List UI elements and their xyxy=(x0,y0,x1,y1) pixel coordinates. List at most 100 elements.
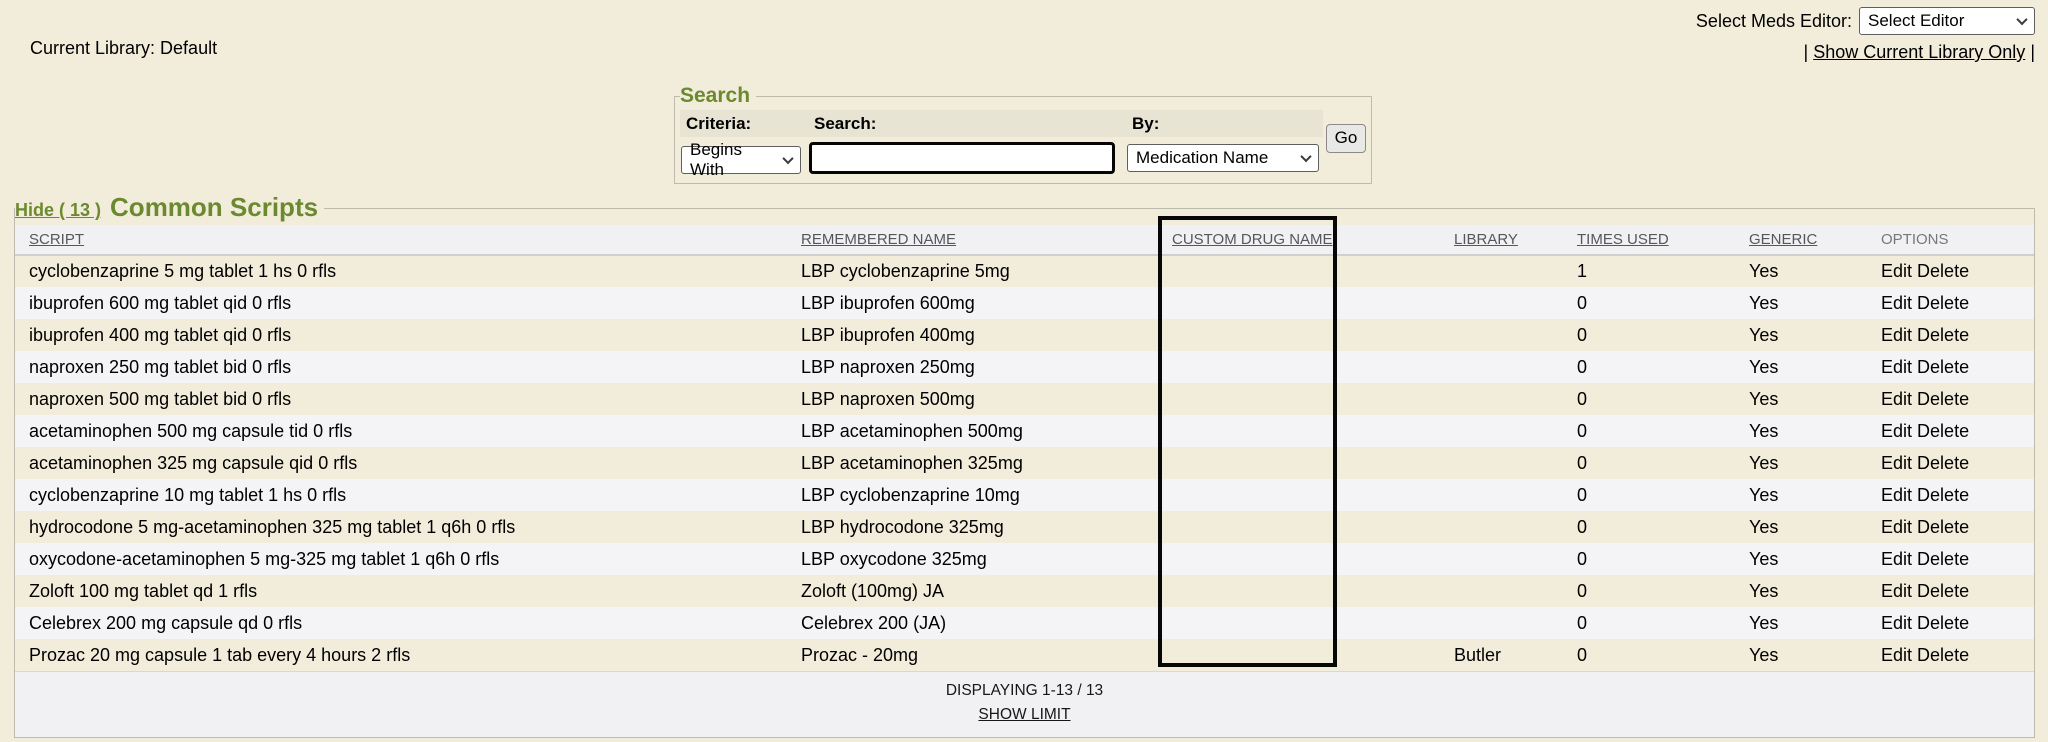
cell-options: Edit Delete xyxy=(1867,575,2034,607)
column-header-generic[interactable]: GENERIC xyxy=(1749,231,1817,248)
table-row: ibuprofen 600 mg tablet qid 0 rfls LBP i… xyxy=(15,287,2034,319)
cell-generic: Yes xyxy=(1735,479,1867,511)
cell-remembered-name: LBP cyclobenzaprine 10mg xyxy=(787,479,1158,511)
cell-options: Edit Delete xyxy=(1867,287,2034,319)
cell-script: cyclobenzaprine 5 mg tablet 1 hs 0 rfls xyxy=(15,255,787,287)
delete-link[interactable]: Delete xyxy=(1917,485,1969,505)
cell-custom-drug-name xyxy=(1158,639,1440,671)
edit-link[interactable]: Edit xyxy=(1881,293,1912,313)
delete-link[interactable]: Delete xyxy=(1917,645,1969,665)
table-row: hydrocodone 5 mg-acetaminophen 325 mg ta… xyxy=(15,511,2034,543)
common-scripts-panel: Hide ( 13 ) Common Scripts SCRIPT REMEMB… xyxy=(14,192,2035,738)
edit-link[interactable]: Edit xyxy=(1881,485,1912,505)
cell-options: Edit Delete xyxy=(1867,447,2034,479)
current-library-label: Current Library: Default xyxy=(30,38,217,59)
delete-link[interactable]: Delete xyxy=(1917,517,1969,537)
cell-remembered-name: LBP ibuprofen 600mg xyxy=(787,287,1158,319)
cell-remembered-name: LBP ibuprofen 400mg xyxy=(787,319,1158,351)
cell-script: naproxen 500 mg tablet bid 0 rfls xyxy=(15,383,787,415)
cell-custom-drug-name xyxy=(1158,543,1440,575)
cell-times-used: 0 xyxy=(1563,543,1735,575)
cell-library xyxy=(1440,351,1563,383)
cell-times-used: 0 xyxy=(1563,639,1735,671)
cell-options: Edit Delete xyxy=(1867,639,2034,671)
delete-link[interactable]: Delete xyxy=(1917,421,1969,441)
cell-options: Edit Delete xyxy=(1867,383,2034,415)
search-input[interactable] xyxy=(809,142,1115,174)
cell-library xyxy=(1440,607,1563,639)
go-cell: Go xyxy=(1323,124,1366,161)
cell-times-used: 0 xyxy=(1563,607,1735,639)
cell-custom-drug-name xyxy=(1158,607,1440,639)
cell-generic: Yes xyxy=(1735,607,1867,639)
meds-editor-area: Select Meds Editor: Select Editor | Show… xyxy=(1696,7,2035,63)
cell-library xyxy=(1440,287,1563,319)
cell-generic: Yes xyxy=(1735,447,1867,479)
cell-options: Edit Delete xyxy=(1867,479,2034,511)
delete-link[interactable]: Delete xyxy=(1917,453,1969,473)
cell-times-used: 1 xyxy=(1563,255,1735,287)
delete-link[interactable]: Delete xyxy=(1917,357,1969,377)
column-header-remembered-name[interactable]: REMEMBERED NAME xyxy=(801,231,956,248)
search-panel: Search Criteria: Search: By: Go Begins W… xyxy=(674,84,1372,184)
edit-link[interactable]: Edit xyxy=(1881,389,1912,409)
delete-link[interactable]: Delete xyxy=(1917,613,1969,633)
delete-link[interactable]: Delete xyxy=(1917,325,1969,345)
cell-remembered-name: Celebrex 200 (JA) xyxy=(787,607,1158,639)
edit-link[interactable]: Edit xyxy=(1881,517,1912,537)
cell-library xyxy=(1440,255,1563,287)
delete-link[interactable]: Delete xyxy=(1917,549,1969,569)
cell-generic: Yes xyxy=(1735,255,1867,287)
cell-custom-drug-name xyxy=(1158,351,1440,383)
column-header-times-used[interactable]: TIMES USED xyxy=(1577,231,1669,248)
edit-link[interactable]: Edit xyxy=(1881,357,1912,377)
edit-link[interactable]: Edit xyxy=(1881,645,1912,665)
cell-custom-drug-name xyxy=(1158,415,1440,447)
cell-remembered-name: LBP hydrocodone 325mg xyxy=(787,511,1158,543)
cell-script: hydrocodone 5 mg-acetaminophen 325 mg ta… xyxy=(15,511,787,543)
edit-link[interactable]: Edit xyxy=(1881,261,1912,281)
pipe-separator: | xyxy=(1804,42,1809,62)
edit-link[interactable]: Edit xyxy=(1881,549,1912,569)
show-limit-link[interactable]: SHOW LIMIT xyxy=(978,706,1070,724)
cell-custom-drug-name xyxy=(1158,319,1440,351)
edit-link[interactable]: Edit xyxy=(1881,421,1912,441)
cell-library xyxy=(1440,479,1563,511)
criteria-label: Criteria: xyxy=(680,110,808,137)
cell-library xyxy=(1440,383,1563,415)
meds-editor-selected-value: Select Editor xyxy=(1868,11,1964,31)
cell-custom-drug-name xyxy=(1158,575,1440,607)
column-header-library[interactable]: LIBRARY xyxy=(1454,231,1518,248)
by-select[interactable]: Medication Name xyxy=(1127,144,1319,172)
meds-editor-label: Select Meds Editor: xyxy=(1696,11,1852,32)
displaying-count-label: DISPLAYING 1-13 / 13 xyxy=(15,682,2034,700)
delete-link[interactable]: Delete xyxy=(1917,261,1969,281)
go-button[interactable]: Go xyxy=(1326,124,1366,153)
column-header-custom-drug-name[interactable]: CUSTOM DRUG NAME xyxy=(1172,231,1333,248)
cell-remembered-name: LBP oxycodone 325mg xyxy=(787,543,1158,575)
edit-link[interactable]: Edit xyxy=(1881,325,1912,345)
column-header-script[interactable]: SCRIPT xyxy=(29,231,84,248)
cell-custom-drug-name xyxy=(1158,479,1440,511)
table-row: Celebrex 200 mg capsule qd 0 rfls Celebr… xyxy=(15,607,2034,639)
criteria-select[interactable]: Begins With xyxy=(681,146,801,174)
cell-options: Edit Delete xyxy=(1867,255,2034,287)
cell-custom-drug-name xyxy=(1158,447,1440,479)
table-row: cyclobenzaprine 5 mg tablet 1 hs 0 rfls … xyxy=(15,255,2034,287)
edit-link[interactable]: Edit xyxy=(1881,581,1912,601)
table-row: Prozac 20 mg capsule 1 tab every 4 hours… xyxy=(15,639,2034,671)
hide-link[interactable]: Hide ( 13 ) xyxy=(15,195,101,225)
delete-link[interactable]: Delete xyxy=(1917,389,1969,409)
meds-editor-select[interactable]: Select Editor xyxy=(1859,7,2035,35)
show-current-library-link[interactable]: Show Current Library Only xyxy=(1813,42,2025,62)
edit-link[interactable]: Edit xyxy=(1881,613,1912,633)
cell-script: oxycodone-acetaminophen 5 mg-325 mg tabl… xyxy=(15,543,787,575)
delete-link[interactable]: Delete xyxy=(1917,581,1969,601)
chevron-down-icon xyxy=(2016,14,2027,25)
cell-generic: Yes xyxy=(1735,287,1867,319)
edit-link[interactable]: Edit xyxy=(1881,453,1912,473)
cell-times-used: 0 xyxy=(1563,319,1735,351)
cell-custom-drug-name xyxy=(1158,383,1440,415)
delete-link[interactable]: Delete xyxy=(1917,293,1969,313)
cell-times-used: 0 xyxy=(1563,351,1735,383)
